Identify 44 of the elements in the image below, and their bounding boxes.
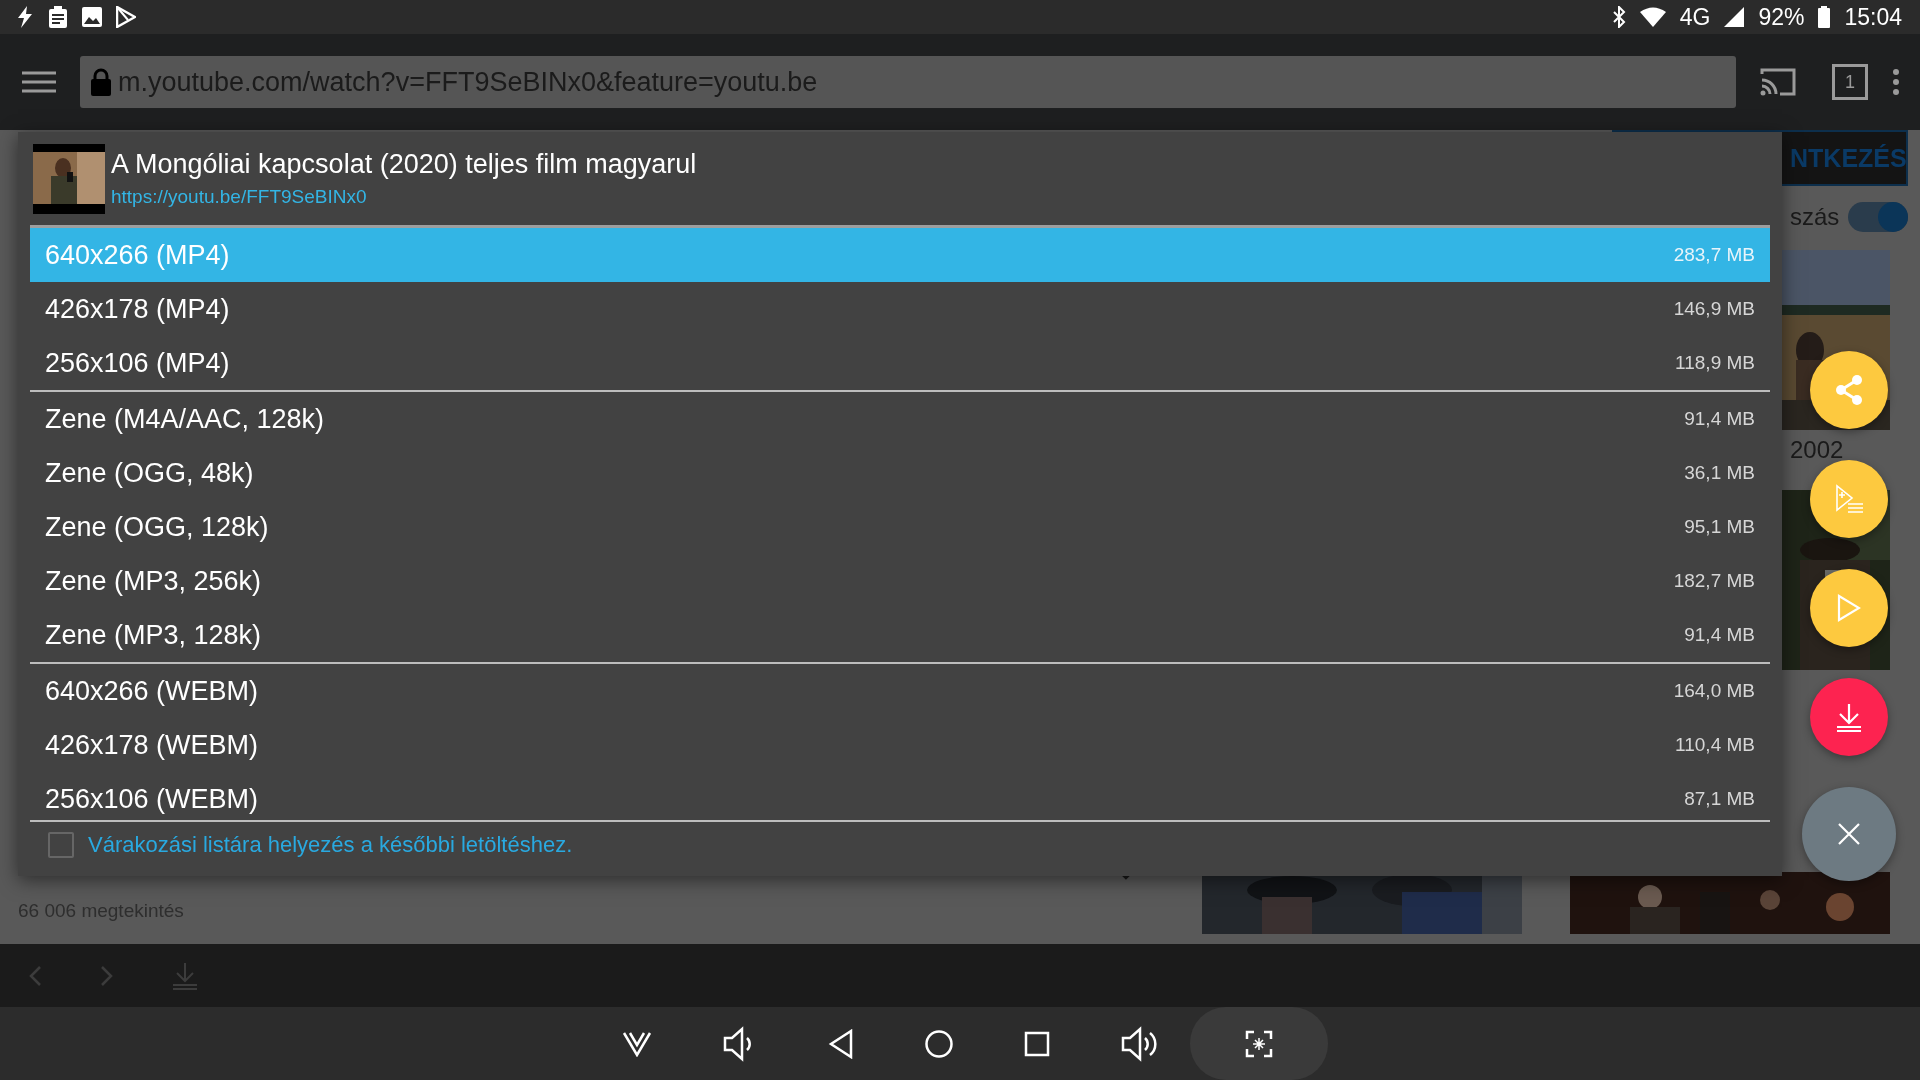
download-icon: [1835, 702, 1863, 732]
play-store-icon: [116, 6, 136, 28]
video-link[interactable]: https://youtu.be/FFT9SeBINx0: [111, 186, 697, 208]
home-icon[interactable]: [924, 1028, 954, 1059]
checkbox[interactable]: [48, 832, 74, 858]
format-option[interactable]: 256x106 (MP4) 118,9 MB: [30, 336, 1770, 390]
format-option[interactable]: 640x266 (WEBM) 164,0 MB: [30, 664, 1770, 718]
battery-percent: 92%: [1758, 3, 1805, 31]
clock: 15:04: [1844, 3, 1902, 31]
recents-icon[interactable]: [1024, 1030, 1050, 1057]
bluetooth-icon: [1611, 6, 1626, 28]
back-triangle-icon[interactable]: [828, 1028, 854, 1059]
lock-icon: [90, 68, 112, 96]
format-option[interactable]: Zene (MP3, 256k) 182,7 MB: [30, 554, 1770, 608]
screenshot-icon: [1245, 1029, 1273, 1058]
format-option[interactable]: 256x106 (WEBM) 87,1 MB: [30, 772, 1770, 820]
clipboard-icon: [48, 6, 68, 28]
format-option[interactable]: 426x178 (WEBM) 110,4 MB: [30, 718, 1770, 772]
format-option[interactable]: Zene (M4A/AAC, 128k) 91,4 MB: [30, 392, 1770, 446]
flash-icon: [16, 6, 34, 28]
tab-count-button[interactable]: 1: [1832, 64, 1868, 100]
queue-label[interactable]: Várakozási listára helyezés a későbbi letöltéshez.: [88, 832, 573, 858]
format-option[interactable]: Zene (OGG, 48k) 36,1 MB: [30, 446, 1770, 500]
play-queue-icon: [1834, 484, 1864, 514]
image-icon: [82, 7, 102, 27]
menu-icon[interactable]: [22, 71, 56, 93]
play-icon: [1837, 594, 1861, 622]
wifi-icon: [1639, 7, 1666, 27]
format-option[interactable]: Zene (OGG, 128k) 95,1 MB: [30, 500, 1770, 554]
battery-icon: [1818, 6, 1831, 28]
format-option[interactable]: 426x178 (MP4) 146,9 MB: [30, 282, 1770, 336]
more-icon[interactable]: [1892, 69, 1900, 95]
network-type: 4G: [1679, 3, 1711, 31]
toggle-label: szás: [1790, 203, 1840, 231]
signal-icon: [1724, 7, 1745, 27]
volume-up-icon[interactable]: [1120, 1025, 1160, 1062]
video-title: A Mongóliai kapcsolat (2020) teljes film magyarul: [111, 149, 697, 180]
video-year: 2002: [1790, 436, 1845, 464]
autoplay-toggle[interactable]: [1848, 202, 1908, 232]
hide-bar-icon[interactable]: [622, 1030, 652, 1057]
share-icon: [1835, 375, 1863, 405]
close-icon: [1837, 822, 1861, 846]
format-option[interactable]: Zene (MP3, 128k) 91,4 MB: [30, 608, 1770, 662]
cast-icon[interactable]: [1760, 68, 1796, 96]
